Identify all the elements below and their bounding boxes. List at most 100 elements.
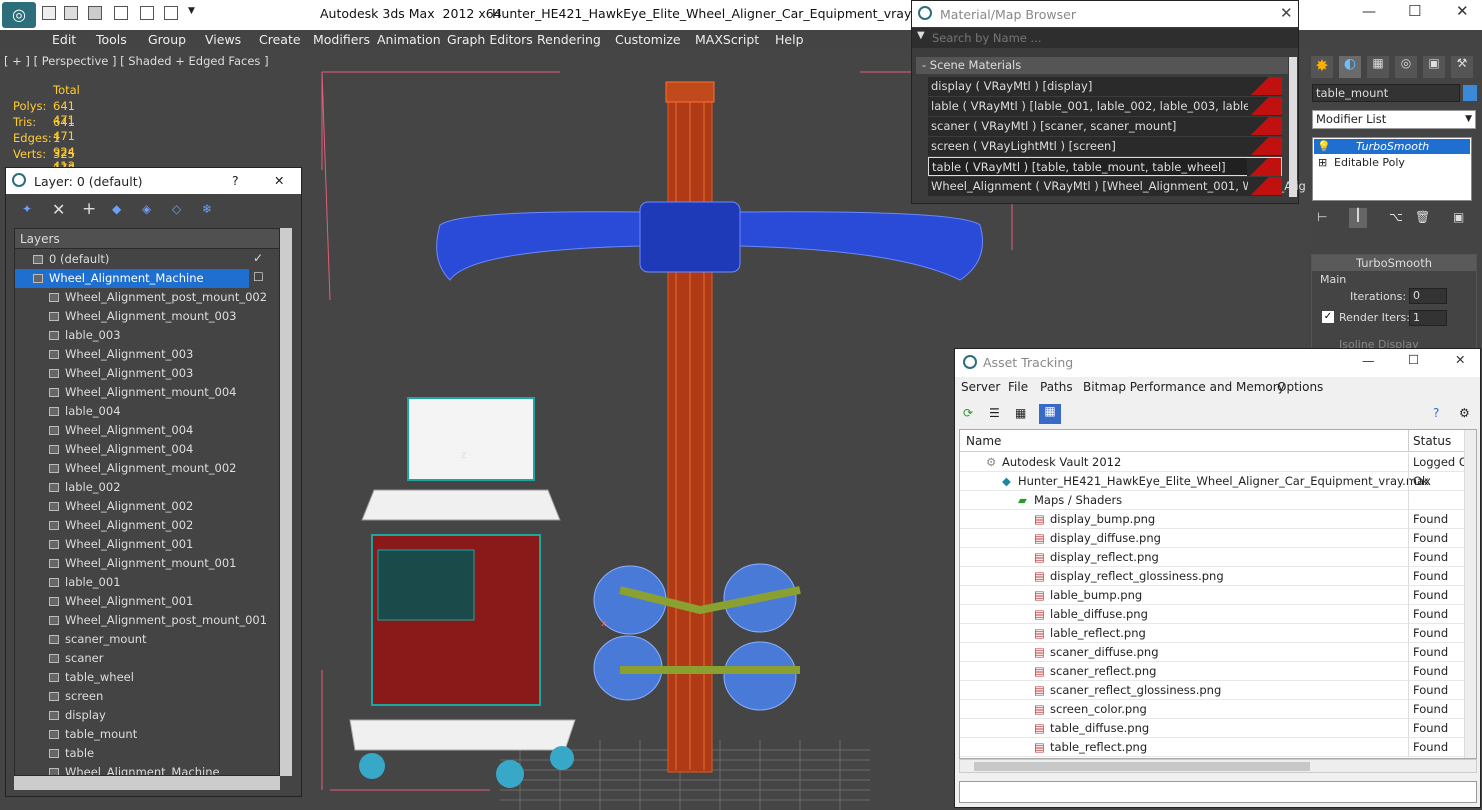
asset-maximize-button[interactable]: ☐	[1408, 352, 1419, 367]
layer-row[interactable]: lable_004	[15, 402, 249, 421]
render-iters-checkbox[interactable]: ✓	[1322, 311, 1334, 323]
iterations-spinner[interactable]: 0	[1409, 288, 1447, 304]
undo-icon[interactable]	[114, 6, 128, 20]
add-to-layer-icon[interactable]: +	[82, 199, 96, 219]
asset-vscroll[interactable]	[1464, 430, 1476, 758]
asset-row[interactable]: png▤scaner_reflect.pngFound	[960, 662, 1464, 681]
scene-materials-header[interactable]: - Scene Materials	[916, 57, 1288, 74]
menu-group[interactable]: Group	[148, 32, 186, 47]
layer-row[interactable]: Wheel_Alignment_mount_003	[15, 307, 249, 326]
asset-row[interactable]: vault⚙Autodesk Vault 2012Logged O	[960, 453, 1468, 472]
asset-row[interactable]: png▤lable_reflect.pngFound	[960, 624, 1464, 643]
settings-icon[interactable]: ⚙	[1459, 406, 1470, 420]
asset-row[interactable]: png▤scaner_reflect_glossiness.pngFound	[960, 681, 1464, 700]
asset-row[interactable]: png▤screen_color.pngFound	[960, 700, 1464, 719]
layer-row[interactable]: Wheel_Alignment_mount_001	[15, 554, 249, 573]
asset-row[interactable]: png▤display_bump.pngFound	[960, 510, 1464, 529]
layer-row[interactable]: Wheel_Alignment_003	[15, 364, 249, 383]
asset-row[interactable]: png▤lable_diffuse.pngFound	[960, 605, 1464, 624]
layer-help-button[interactable]: ?	[232, 173, 239, 188]
menu-edit[interactable]: Edit	[52, 32, 76, 47]
close-button[interactable]: ✕	[1456, 2, 1469, 20]
render-iters-spinner[interactable]: 1	[1409, 310, 1447, 326]
asset-menu-paths[interactable]: Paths	[1040, 380, 1073, 394]
menu-customize[interactable]: Customize	[615, 32, 681, 47]
layer-checkbox[interactable]: ☐	[253, 270, 264, 284]
turbosmooth-rollout-header[interactable]: TurboSmooth	[1312, 255, 1476, 271]
layer-row[interactable]: lable_002	[15, 478, 249, 497]
expand-icon[interactable]: ⊞	[1318, 155, 1327, 170]
layer-row[interactable]: table	[15, 744, 249, 763]
layer-row[interactable]: Wheel_Alignment_001	[15, 535, 249, 554]
object-color-swatch[interactable]	[1463, 85, 1477, 101]
asset-menu-bitmap[interactable]: Bitmap Performance and Memory	[1083, 380, 1285, 394]
layer-row[interactable]: Wheel_Alignment_002	[15, 516, 249, 535]
select-layer-icon[interactable]: ◆	[112, 202, 121, 216]
asset-row[interactable]: png▤display_diffuse.pngFound	[960, 529, 1464, 548]
hierarchy-tab-icon[interactable]: ▦	[1367, 56, 1389, 78]
asset-menu-file[interactable]: File	[1008, 380, 1028, 394]
layer-row[interactable]: Wheel_Alignment_004	[15, 421, 249, 440]
menu-maxscript[interactable]: MAXScript	[695, 32, 759, 47]
utilities-tab-icon[interactable]: ⚒	[1451, 56, 1473, 78]
layer-row[interactable]: scaner	[15, 649, 249, 668]
material-vscroll[interactable]	[1289, 57, 1297, 197]
search-options-icon[interactable]: ▼	[917, 30, 925, 41]
delete-layer-icon[interactable]: ✕	[52, 200, 65, 219]
material-item[interactable]: screen ( VRayLightMtl ) [screen]	[928, 137, 1282, 156]
layer-row[interactable]: table_wheel	[15, 668, 249, 687]
layer-row[interactable]: screen	[15, 687, 249, 706]
stack-item-editable-poly[interactable]: ⊞ Editable Poly	[1314, 155, 1470, 170]
layer-row[interactable]: Wheel_Alignment_003	[15, 345, 249, 364]
tree-view-icon[interactable]: ▦	[1015, 406, 1026, 420]
motion-tab-icon[interactable]: ◎	[1395, 56, 1417, 78]
hide-layers-icon[interactable]: ◇	[172, 202, 181, 216]
asset-close-button[interactable]: ✕	[1455, 352, 1465, 367]
layer-vscroll[interactable]	[280, 228, 292, 776]
menu-graph-editors[interactable]: Graph Editors	[447, 32, 533, 47]
menu-tools[interactable]: Tools	[96, 32, 127, 47]
table-view-icon[interactable]: ▦	[1039, 404, 1061, 424]
object-name-field[interactable]: table_mount	[1312, 84, 1460, 102]
asset-row[interactable]: maps▰Maps / Shaders	[960, 491, 1464, 510]
menu-animation[interactable]: Animation	[377, 32, 441, 47]
redo-icon[interactable]	[140, 6, 154, 20]
save-file-icon[interactable]	[88, 6, 102, 20]
list-view-icon[interactable]: ☰	[989, 406, 1000, 420]
active-layer-checkmark-icon[interactable]: ✓	[253, 251, 263, 265]
lightbulb-icon[interactable]: 💡	[1317, 139, 1331, 154]
help-icon[interactable]: ?	[1433, 406, 1439, 420]
create-tab-icon[interactable]: ✸	[1311, 56, 1333, 78]
open-file-icon[interactable]	[64, 6, 78, 20]
asset-row[interactable]: png▤display_reflect_glossiness.pngFound	[960, 567, 1464, 586]
asset-menu-options[interactable]: Options	[1277, 380, 1323, 394]
col-name-header[interactable]: Name	[966, 434, 1001, 448]
layer-row[interactable]: Wheel_Alignment_post_mount_001	[15, 611, 267, 630]
menu-help[interactable]: Help	[775, 32, 804, 47]
show-end-result-icon[interactable]: ┃	[1349, 208, 1367, 228]
layer-row[interactable]: Wheel_Alignment_001	[15, 592, 249, 611]
material-item[interactable]: display ( VRayMtl ) [display]	[928, 77, 1282, 96]
material-browser-close-button[interactable]: ✕	[1280, 4, 1293, 22]
layer-row[interactable]: Wheel_Alignment_post_mount_002	[15, 288, 267, 307]
asset-row[interactable]: png▤table_reflect.pngFound	[960, 738, 1464, 757]
material-item[interactable]: lable ( VRayMtl ) [lable_001, lable_002,…	[928, 97, 1282, 116]
modifier-list-dropdown[interactable]: Modifier List ▼	[1312, 110, 1476, 129]
highlight-layer-icon[interactable]: ◈	[142, 202, 151, 216]
layer-hscroll[interactable]	[14, 776, 280, 790]
layer-row[interactable]: lable_003	[15, 326, 249, 345]
asset-row[interactable]: png▤display_reflect.pngFound	[960, 548, 1464, 567]
layer-row[interactable]: 0 (default)	[15, 250, 249, 269]
layer-close-button[interactable]: ✕	[274, 173, 284, 188]
remove-modifier-icon[interactable]: 🗑	[1415, 210, 1430, 224]
asset-menu-server[interactable]: Server	[961, 380, 1000, 394]
layer-row[interactable]: Wheel_Alignment_002	[15, 497, 249, 516]
asset-row[interactable]: png▤table_diffuse.pngFound	[960, 719, 1464, 738]
minimize-button[interactable]: —	[1362, 4, 1376, 20]
new-layer-icon[interactable]: ✦	[22, 202, 32, 216]
asset-row[interactable]: png▤scaner_diffuse.pngFound	[960, 643, 1464, 662]
layer-row[interactable]: lable_001	[15, 573, 249, 592]
asset-path-field[interactable]	[959, 781, 1477, 803]
menu-views[interactable]: Views	[205, 32, 241, 47]
layer-row[interactable]: scaner_mount	[15, 630, 249, 649]
